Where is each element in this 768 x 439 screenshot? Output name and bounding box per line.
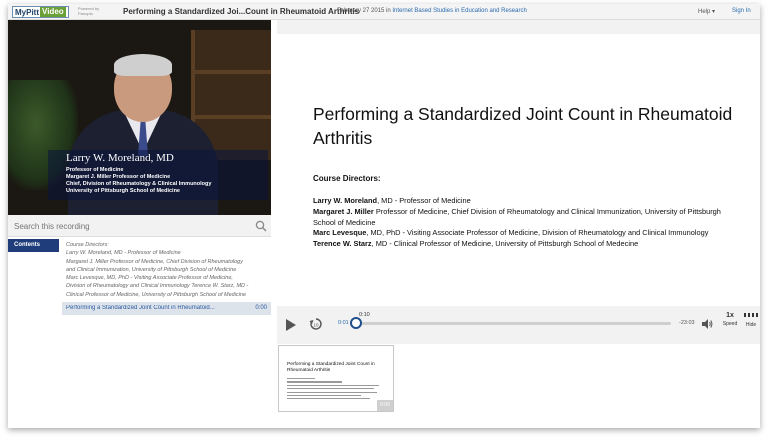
hide-icon: [744, 313, 758, 317]
director-entry: Marc Levesque, MD, PhD - Visiting Associ…: [313, 228, 728, 239]
scrub-time-tooltip: 0:10: [359, 312, 370, 318]
search-input[interactable]: [14, 218, 244, 234]
slide-body: Larry W. Moreland, MD - Professor of Med…: [313, 196, 728, 250]
recording-date: February 27 2015: [337, 8, 385, 14]
director-name: Larry W. Moreland: [313, 196, 378, 205]
lower-third-line: Chief, Division of Rheumatology & Clinic…: [66, 181, 212, 187]
director-detail: , MD - Clinical Professor of Medicine, U…: [371, 239, 639, 249]
description-line: Marc Levesque, MD, PhD - Visiting Associ…: [66, 275, 233, 282]
director-entry: Larry W. Moreland, MD - Professor of Med…: [313, 196, 728, 207]
seek-bar[interactable]: [359, 322, 671, 325]
description-line: and Clinical Immunization, University of…: [66, 266, 237, 273]
thumbnail-title: Performing a Standardized Joint Count in…: [287, 362, 375, 373]
thumbnail-line: [287, 384, 379, 386]
thumbnail-line: [287, 381, 343, 383]
director-name: Marc Levesque: [313, 228, 367, 238]
thumbnail-line: [287, 394, 361, 397]
lower-third-line: University of Pittsburgh School of Medic…: [66, 188, 180, 194]
toc-item-time: 0:00: [255, 305, 267, 311]
search-icon[interactable]: [255, 220, 267, 232]
hide-button[interactable]: Hide: [743, 312, 759, 328]
director-entry: Margaret J. Miller Professor of Medicine…: [313, 207, 728, 229]
thumbnail-line: [287, 388, 375, 390]
logo-my: My: [15, 7, 27, 17]
tab-contents[interactable]: Contents: [8, 239, 59, 252]
help-menu[interactable]: Help ▾: [698, 8, 715, 15]
player-controls: 10 0:01 0:10 -23:03 1x Speed Hide: [277, 308, 760, 344]
toc-item[interactable]: Performing a Standardized Joint Count in…: [62, 302, 271, 315]
app-frame: My Pitt Video Powered by Panopto Perform…: [8, 4, 760, 428]
video-player[interactable]: Larry W. Moreland, MD Professor of Medic…: [8, 20, 271, 215]
lower-third-line: Margaret J. Miller Professor of Medicine: [66, 174, 171, 180]
rewind-seconds-glyph: 10: [313, 323, 319, 328]
session-description: Course Directors: Larry W. Moreland, MD …: [66, 241, 269, 299]
search-bar: [8, 215, 271, 237]
date-in-text: in: [386, 8, 391, 14]
lower-third-name: Larry W. Moreland, MD: [66, 152, 174, 164]
slide-thumbnail[interactable]: Performing a Standardized Joint Count in…: [278, 345, 394, 412]
folder-link[interactable]: Internet Based Studies in Education and …: [392, 8, 526, 14]
seek-handle[interactable]: [350, 317, 362, 329]
description-line: Course Directors:: [66, 242, 109, 248]
description-line: Larry W. Moreland, MD - Professor of Med…: [66, 250, 181, 257]
slide-heading: Course Directors:: [313, 174, 381, 183]
logo-video: Video: [40, 7, 66, 17]
thumbnail-text-lines: [287, 378, 379, 402]
toc-item-title: Performing a Standardized Joint Count in…: [66, 305, 215, 311]
director-detail: , MD, PhD - Visiting Associate Professor…: [366, 228, 709, 238]
director-name: Terence W. Starz: [313, 239, 372, 249]
thumbnail-line: [287, 398, 370, 400]
description-line: Clinical Professor of Medicine, Universi…: [66, 291, 247, 298]
speed-label: Speed: [722, 321, 738, 327]
speed-value: 1x: [726, 312, 734, 319]
director-detail: Professor of Medicine, Chief Division of…: [313, 206, 721, 227]
logo-box: My Pitt Video: [12, 6, 69, 18]
sign-in-link[interactable]: Sign In: [732, 8, 751, 14]
recording-date-info: February 27 2015 in Internet Based Studi…: [337, 8, 527, 14]
description-line: Margaret J. Miller Professor of Medicine…: [66, 258, 243, 265]
shelf-line: [191, 70, 271, 74]
hide-label: Hide: [745, 322, 757, 328]
thumbnail-time: 0:00: [377, 400, 393, 411]
director-detail: , MD - Professor of Medicine: [377, 196, 471, 205]
speaker-hair: [114, 54, 172, 76]
lower-third-line: Professor of Medicine: [66, 167, 124, 173]
volume-icon[interactable]: [701, 318, 713, 330]
slide-panel: Performing a Standardized Joint Count in…: [277, 20, 760, 308]
top-bar: My Pitt Video Powered by Panopto Perform…: [8, 4, 760, 20]
director-name: Margaret J. Miller: [313, 206, 374, 216]
mypittvideo-logo[interactable]: My Pitt Video: [12, 6, 69, 18]
logo-pitt: Pitt: [26, 7, 40, 17]
description-line: Division of Rheumatology and Clinical Im…: [66, 283, 249, 290]
slide: Performing a Standardized Joint Count in…: [277, 34, 760, 306]
director-entry: Terence W. Starz, MD - Clinical Professo…: [313, 239, 728, 250]
shelf-line: [191, 115, 271, 119]
thumbnail-strip: Performing a Standardized Joint Count in…: [277, 344, 760, 428]
rewind-icon[interactable]: 10: [309, 317, 323, 331]
remaining-time: -23:03: [679, 320, 695, 326]
powered-by-panopto: Powered by Panopto: [78, 6, 100, 16]
thumbnail-line: [287, 378, 315, 380]
current-time: 0:01: [338, 320, 349, 326]
play-icon[interactable]: [285, 318, 297, 332]
speed-button[interactable]: 1x Speed: [722, 312, 738, 327]
slide-title: Performing a Standardized Joint Count in…: [313, 104, 733, 148]
recording-title: Performing a Standardized Joi...Count in…: [123, 7, 360, 16]
thumbnail-line: [287, 391, 378, 393]
